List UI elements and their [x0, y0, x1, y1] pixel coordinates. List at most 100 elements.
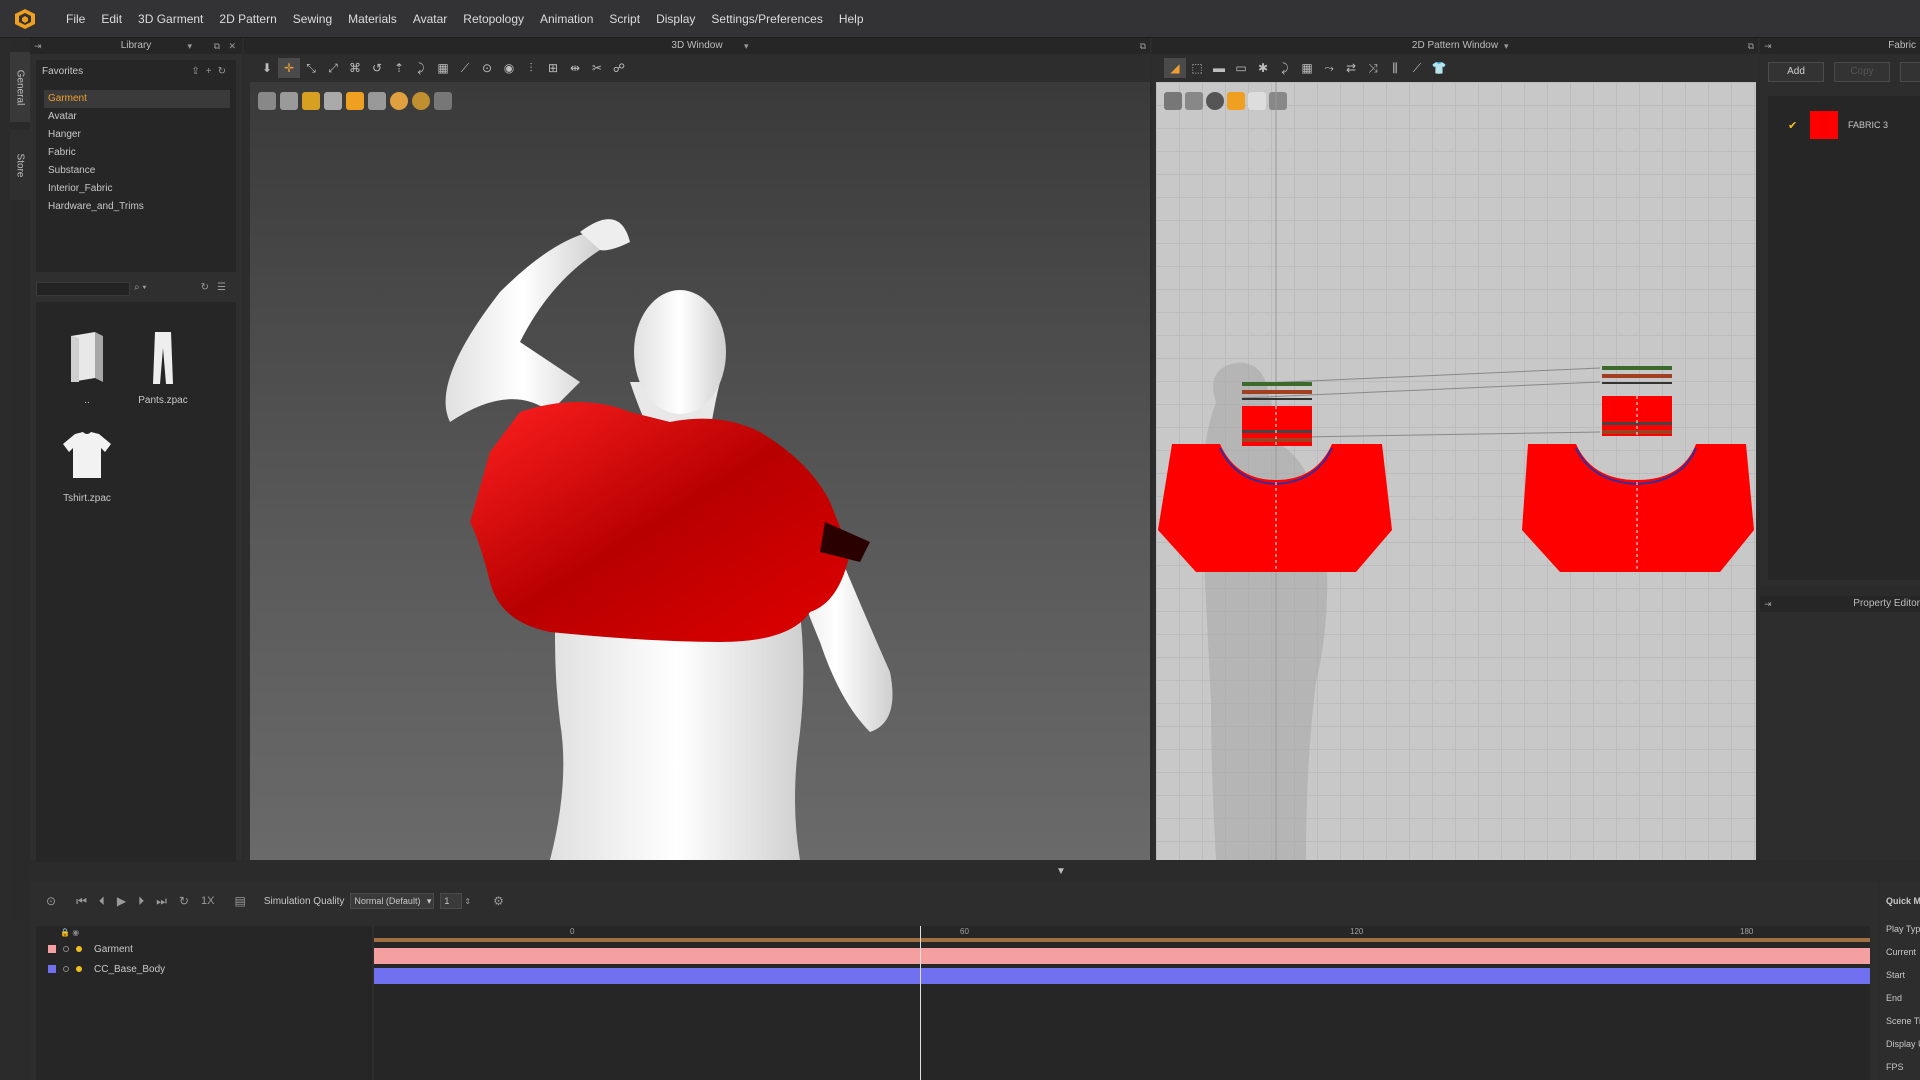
measure-icon[interactable]: ⊞	[542, 58, 564, 78]
point-icon[interactable]: ⊙	[476, 58, 498, 78]
step-forward-icon[interactable]: ⏵	[138, 894, 144, 909]
file-tile-tshirt[interactable]: Tshirt.zpac	[52, 426, 122, 504]
lock-toggle-icon[interactable]	[63, 946, 69, 952]
transform-icon[interactable]: ⇹	[564, 58, 586, 78]
speed-button[interactable]: 1X	[201, 895, 214, 907]
dropdown-icon[interactable]: ▾	[1504, 38, 1509, 54]
seam-icon[interactable]: ⤸	[410, 58, 432, 78]
segment-sewing-icon[interactable]: ⇄	[1340, 58, 1362, 78]
tab-general[interactable]: General	[10, 52, 30, 122]
pleat-icon[interactable]: ⟋	[1406, 58, 1428, 78]
favorite-fabric[interactable]: Fabric	[44, 144, 230, 162]
favorite-interior-fabric[interactable]: Interior_Fabric	[44, 180, 230, 198]
search-icon[interactable]: ⌕ ▾	[134, 282, 147, 293]
refresh-icon[interactable]: ↻	[218, 66, 232, 77]
menu-settings[interactable]: Settings/Preferences	[703, 0, 830, 38]
favorite-garment[interactable]: Garment	[44, 90, 230, 108]
transform-pattern-icon[interactable]: ◢	[1164, 58, 1186, 78]
check-icon[interactable]: ✔	[1788, 119, 1802, 132]
timeline-track-area[interactable]: 0 60 120 180	[374, 926, 1870, 1080]
body-track-bar[interactable]	[374, 968, 1870, 984]
visibility-toggle-icon[interactable]	[76, 946, 82, 952]
lock-icon[interactable]: 🔒	[60, 928, 70, 937]
float-icon[interactable]: ⧉	[1140, 38, 1146, 54]
dropdown-icon[interactable]: ▾	[187, 38, 192, 54]
play-icon[interactable]: ▶	[117, 894, 126, 908]
button-icon[interactable]: ◉	[498, 58, 520, 78]
fabric-item[interactable]: ✔ FABRIC 3	[1768, 108, 1920, 142]
avatar-pose-icon[interactable]: ☍	[608, 58, 630, 78]
add-icon[interactable]: +	[206, 66, 218, 77]
favorite-hardware-trims[interactable]: Hardware_and_Trims	[44, 198, 230, 216]
tack-icon[interactable]: ⇡	[388, 58, 410, 78]
layer-row[interactable]: Garment	[36, 940, 372, 958]
list-view-icon[interactable]: ☰	[217, 282, 234, 293]
menu-edit[interactable]: Edit	[93, 0, 130, 38]
layer-row[interactable]: CC_Base_Body	[36, 960, 372, 978]
select-brush-icon[interactable]: ⤢	[322, 58, 344, 78]
garment-track-bar[interactable]	[374, 948, 1870, 964]
favorite-avatar[interactable]: Avatar	[44, 108, 230, 126]
fabric-more-button[interactable]	[1900, 62, 1920, 82]
simulation-steps-field[interactable]: 1	[440, 893, 463, 909]
free-sewing-icon[interactable]: ⤨	[1362, 58, 1384, 78]
menu-avatar[interactable]: Avatar	[405, 0, 455, 38]
float-icon[interactable]: ⧉	[214, 38, 220, 54]
select-icon[interactable]: ⬇	[256, 58, 278, 78]
skip-start-icon[interactable]: ⏮	[76, 894, 87, 909]
line-icon[interactable]: ⟋	[454, 58, 476, 78]
menu-help[interactable]: Help	[831, 0, 872, 38]
menu-animation[interactable]: Animation	[532, 0, 601, 38]
tab-store[interactable]: Store	[10, 130, 30, 200]
favorite-hanger[interactable]: Hanger	[44, 126, 230, 144]
upload-icon[interactable]: ⇪	[191, 66, 205, 77]
record-icon[interactable]: ⊙	[46, 894, 56, 908]
fold-icon[interactable]: ↺	[366, 58, 388, 78]
zipper-icon[interactable]: ⫶	[520, 58, 542, 78]
texture-edit-icon[interactable]: ▦	[1296, 58, 1318, 78]
playhead[interactable]	[920, 926, 921, 1080]
pin-icon[interactable]: ⇥	[34, 38, 42, 54]
menu-materials[interactable]: Materials	[340, 0, 405, 38]
topstitch-icon[interactable]: ⫼	[1384, 58, 1406, 78]
favorite-substance[interactable]: Substance	[44, 162, 230, 180]
stepper-icon[interactable]: ⇕	[464, 897, 471, 906]
lock-toggle-icon[interactable]	[63, 966, 69, 972]
seam-allowance-icon[interactable]: ⤳	[1318, 58, 1340, 78]
close-icon[interactable]: ✕	[228, 38, 236, 54]
library-search-input[interactable]	[36, 282, 130, 296]
menu-file[interactable]: File	[58, 0, 93, 38]
skip-end-icon[interactable]: ⏭	[156, 894, 167, 909]
file-tile-parent[interactable]: ..	[52, 328, 122, 406]
simulation-quality-select[interactable]: Normal (Default) ▾	[350, 893, 435, 909]
menu-script[interactable]: Script	[601, 0, 648, 38]
menu-2d-pattern[interactable]: 2D Pattern	[211, 0, 284, 38]
visibility-toggle-icon[interactable]	[76, 966, 82, 972]
eye-icon[interactable]: ◉	[72, 928, 79, 937]
menu-sewing[interactable]: Sewing	[285, 0, 340, 38]
menu-display[interactable]: Display	[648, 0, 703, 38]
2d-viewport[interactable]	[1156, 82, 1756, 860]
3d-viewport[interactable]	[250, 82, 1150, 860]
polygon-icon[interactable]: ▬	[1208, 58, 1230, 78]
menu-3d-garment[interactable]: 3D Garment	[130, 0, 211, 38]
chevron-down-icon[interactable]: ▼	[1056, 866, 1066, 877]
pin-tool-icon[interactable]: ⌘	[344, 58, 366, 78]
edit-pattern-icon[interactable]: ⬚	[1186, 58, 1208, 78]
app-logo-icon[interactable]	[14, 8, 36, 30]
refresh-icon[interactable]: ↻	[201, 282, 217, 293]
dropdown-icon[interactable]: ▾	[744, 38, 749, 54]
timeline-ruler[interactable]: 0 60 120 180	[374, 926, 1870, 942]
float-icon[interactable]: ⧉	[1748, 38, 1754, 54]
pin-icon[interactable]: ⇥	[1764, 596, 1772, 612]
pin-icon[interactable]: ⇥	[1764, 38, 1772, 54]
loop-icon[interactable]: ↻	[179, 894, 189, 908]
select-mesh-icon[interactable]: ⤡	[300, 58, 322, 78]
garment-icon[interactable]: 👕	[1428, 58, 1450, 78]
menu-retopology[interactable]: Retopology	[455, 0, 532, 38]
step-back-icon[interactable]: ⏴	[99, 894, 105, 909]
cut-icon[interactable]: ✂	[586, 58, 608, 78]
copy-fabric-button[interactable]: Copy	[1834, 62, 1890, 82]
settings-gear-icon[interactable]: ⚙	[493, 894, 504, 908]
dart-icon[interactable]: ⤸	[1274, 58, 1296, 78]
